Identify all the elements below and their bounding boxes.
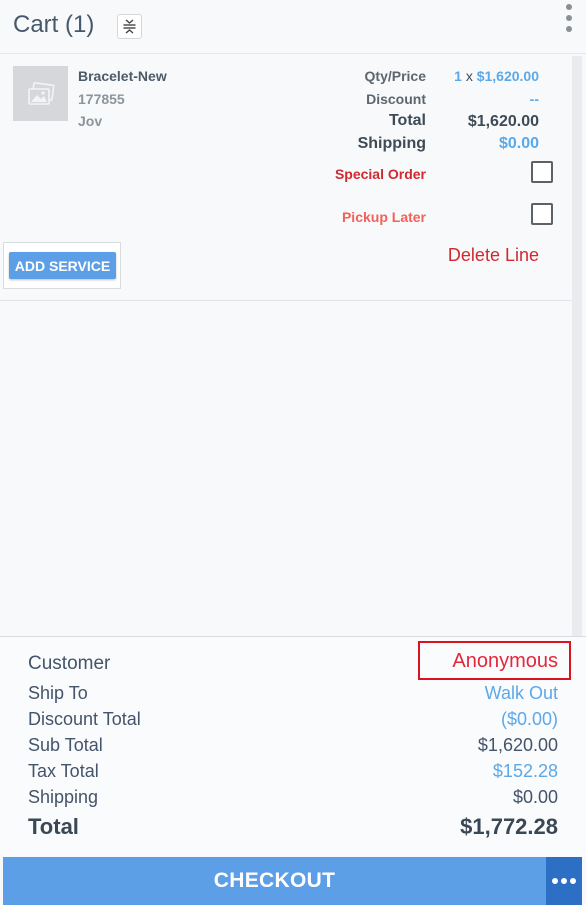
line-total-value: $1,620.00: [467, 113, 539, 130]
special-order-checkbox[interactable]: [531, 161, 553, 183]
shipping-total-value: $0.00: [512, 787, 558, 807]
ship-to-value[interactable]: Walk Out: [485, 683, 558, 704]
line-shipping-value[interactable]: $0.00: [499, 135, 539, 153]
scrollbar[interactable]: [572, 56, 582, 636]
sub-total-label: Sub Total: [28, 735, 103, 755]
pickup-later-checkbox[interactable]: [531, 203, 553, 225]
collapse-button[interactable]: [117, 14, 142, 39]
product-sku: 177855: [78, 91, 125, 107]
add-service-container: ADD SERVICE: [3, 242, 121, 289]
discount-total-label: Discount Total: [28, 709, 141, 729]
qty-price-value[interactable]: 1 x $1,620.00: [454, 68, 539, 84]
qty-price-label: Qty/Price: [364, 68, 426, 84]
kebab-menu-icon[interactable]: [563, 2, 575, 34]
collapse-vertical-icon: [123, 19, 136, 34]
cart-header: Cart (1): [0, 0, 586, 54]
tax-total-label: Tax Total: [28, 761, 99, 781]
customer-value[interactable]: Anonymous: [452, 650, 558, 673]
product-name[interactable]: Bracelet-New: [78, 68, 167, 84]
qty-separator: x: [465, 68, 473, 84]
cart-line-item: Bracelet-New 177855 Jov Qty/Price 1 x $1…: [0, 55, 572, 301]
line-shipping-label: Shipping: [357, 135, 426, 152]
add-service-button[interactable]: ADD SERVICE: [9, 252, 116, 279]
price-value[interactable]: $1,620.00: [477, 68, 539, 84]
image-placeholder-icon: [27, 81, 55, 105]
customer-label: Customer: [28, 653, 111, 674]
grand-total-value: $1,772.28: [460, 814, 558, 839]
product-thumbnail: [13, 66, 68, 121]
product-vendor: Jov: [78, 113, 103, 129]
order-summary: Customer Anonymous Ship To Walk Out Disc…: [0, 636, 586, 856]
discount-total-value[interactable]: ($0.00): [501, 709, 558, 730]
cart-title: Cart (1): [13, 11, 95, 38]
ship-to-label: Ship To: [28, 683, 88, 703]
discount-value[interactable]: --: [530, 91, 539, 107]
qty-value[interactable]: 1: [454, 68, 462, 84]
tax-total-value[interactable]: $152.28: [493, 761, 558, 782]
line-total-label: Total: [388, 112, 426, 129]
sub-total-value: $1,620.00: [477, 735, 558, 755]
delete-line-link[interactable]: Delete Line: [448, 245, 539, 266]
grand-total-label: Total: [28, 814, 79, 839]
shipping-total-label: Shipping: [28, 787, 99, 807]
special-order-label: Special Order: [334, 166, 426, 182]
more-horizontal-icon[interactable]: [546, 857, 582, 905]
pickup-later-label: Pickup Later: [341, 209, 426, 225]
checkout-button[interactable]: CHECKOUT: [3, 857, 546, 905]
discount-label: Discount: [366, 91, 426, 107]
